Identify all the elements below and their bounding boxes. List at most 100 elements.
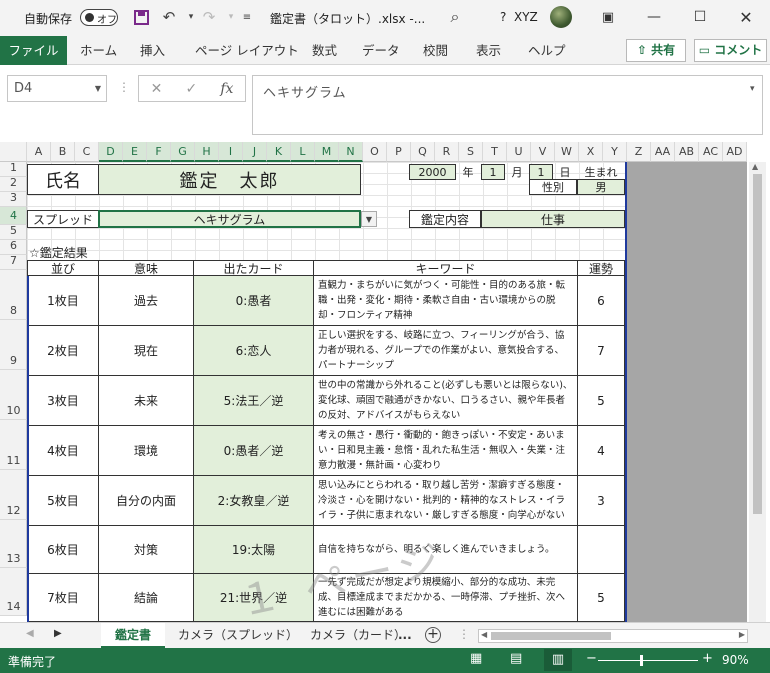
select-all-corner[interactable] (0, 142, 27, 162)
sheet-tab-camera-spread[interactable]: カメラ（スプレッド） (178, 623, 298, 648)
zoom-slider-knob[interactable] (640, 655, 643, 666)
expand-formula-icon[interactable]: ▾ (750, 84, 755, 94)
result-card[interactable]: 0:愚者 (193, 275, 314, 326)
zoom-level[interactable]: 90% (722, 653, 749, 667)
sheet-tab-camera-card[interactable]: カメラ（カード） (310, 623, 406, 648)
header-meaning[interactable]: 意味 (98, 260, 194, 276)
horizontal-scrollbar[interactable]: ◀ ▶ (478, 629, 748, 643)
formula-input[interactable]: ヘキサグラム (252, 75, 763, 135)
row-header[interactable]: 8 (0, 270, 27, 320)
hscroll-right-icon[interactable]: ▶ (739, 630, 745, 639)
dropdown-arrow-icon[interactable]: ▼ (361, 211, 377, 227)
row-header[interactable]: 6 (0, 239, 27, 255)
result-card[interactable]: 5:法王／逆 (193, 375, 314, 426)
row-header[interactable]: 7 (0, 254, 27, 270)
tab-file[interactable]: ファイル (0, 36, 67, 65)
customize-qat-icon[interactable]: ≡ (236, 6, 258, 28)
avatar[interactable] (550, 6, 572, 28)
row-header[interactable]: 9 (0, 320, 27, 370)
result-order[interactable]: 6枚目 (27, 525, 99, 574)
result-keyword[interactable]: 正しい選択をする、岐路に立つ、フィーリングが合う、協力者が現れる、グループでの作… (313, 325, 578, 376)
column-header[interactable]: I (219, 142, 243, 162)
tab-view[interactable]: 表示 (476, 36, 501, 65)
chevron-down-icon[interactable]: ▼ (95, 84, 101, 93)
enter-icon[interactable]: ✓ (185, 81, 197, 97)
tab-insert[interactable]: 挿入 (140, 36, 165, 65)
column-header[interactable]: W (555, 142, 579, 162)
comment-button[interactable]: ▭ コメント (694, 39, 767, 62)
redo-icon[interactable]: ↷ (198, 6, 220, 28)
insert-function-icon[interactable]: fx (220, 81, 233, 97)
sheet-tab-appraisal[interactable]: 鑑定書 (101, 623, 165, 648)
hscroll-left-icon[interactable]: ◀ (481, 630, 487, 639)
column-header[interactable]: E (123, 142, 147, 162)
zoom-slider[interactable] (598, 655, 698, 666)
column-header[interactable]: J (243, 142, 267, 162)
column-header[interactable]: D (99, 142, 123, 162)
result-keyword[interactable]: 直観力・まちがいに気がつく・可能性・目的のある旅・転職・出発・変化・期待・柔軟さ… (313, 275, 578, 326)
header-fortune[interactable]: 運勢 (577, 260, 625, 276)
column-header[interactable]: N (339, 142, 363, 162)
row-header[interactable]: 4 (0, 207, 27, 225)
scroll-up-icon[interactable]: ▲ (752, 162, 758, 171)
column-header[interactable]: M (315, 142, 339, 162)
add-sheet-icon[interactable]: + (425, 627, 441, 643)
row-header[interactable]: 13 (0, 520, 27, 568)
column-header[interactable]: B (51, 142, 75, 162)
result-fortune[interactable]: 5 (577, 375, 625, 426)
column-header[interactable]: AC (699, 142, 723, 162)
name-label[interactable]: 氏名 (27, 164, 99, 195)
content-label[interactable]: 鑑定内容 (409, 210, 481, 228)
column-header[interactable]: S (459, 142, 483, 162)
result-meaning[interactable]: 過去 (98, 275, 194, 326)
column-header[interactable]: R (435, 142, 459, 162)
result-meaning[interactable]: 結論 (98, 573, 194, 622)
row-header[interactable]: 2 (0, 176, 27, 192)
column-header[interactable]: C (75, 142, 99, 162)
result-keyword[interactable]: 思い込みにとらわれる・取り越し苦労・潔癖すぎる態度・冷淡さ・心を開けない・批判的… (313, 475, 578, 526)
row-header[interactable]: 14 (0, 568, 27, 616)
tab-help[interactable]: ヘルプ (528, 36, 566, 65)
result-fortune[interactable]: 5 (577, 573, 625, 622)
tab-splitter-icon[interactable]: ⋮ (458, 627, 470, 641)
birth-year[interactable]: 2000 (409, 164, 456, 180)
column-header[interactable]: V (531, 142, 555, 162)
result-order[interactable]: 4枚目 (27, 425, 99, 476)
normal-view-icon[interactable]: ▦ (470, 651, 482, 666)
page-break-view-icon[interactable]: ▥ (544, 649, 572, 671)
result-order[interactable]: 2枚目 (27, 325, 99, 376)
result-fortune[interactable]: 6 (577, 275, 625, 326)
column-header[interactable]: U (507, 142, 531, 162)
birth-month[interactable]: 1 (481, 164, 505, 180)
column-header[interactable]: L (291, 142, 315, 162)
result-meaning[interactable]: 未来 (98, 375, 194, 426)
maximize-icon[interactable]: ☐ (686, 4, 714, 30)
result-order[interactable]: 7枚目 (27, 573, 99, 622)
formula-bar-handle-icon[interactable]: ⋮ (118, 80, 130, 94)
minimize-icon[interactable]: — (640, 4, 668, 30)
column-header[interactable]: H (195, 142, 219, 162)
result-order[interactable]: 5枚目 (27, 475, 99, 526)
row-header[interactable]: 12 (0, 470, 27, 520)
spread-value-selected[interactable]: ヘキサグラム (98, 210, 361, 228)
content-value[interactable]: 仕事 (481, 210, 625, 228)
tab-scroll-right-icon[interactable]: ▶ (54, 628, 62, 639)
result-meaning[interactable]: 環境 (98, 425, 194, 476)
column-header[interactable]: AA (651, 142, 675, 162)
zoom-in-icon[interactable]: + (702, 651, 713, 666)
result-card[interactable]: 2:女教皇／逆 (193, 475, 314, 526)
scroll-thumb[interactable] (753, 174, 762, 514)
tab-page-layout[interactable]: ページ レイアウト (195, 36, 299, 65)
close-icon[interactable]: ✕ (732, 4, 760, 30)
row-header[interactable]: 5 (0, 224, 27, 240)
spread-label[interactable]: スプレッド (27, 210, 99, 228)
vertical-scrollbar[interactable]: ▲ (749, 162, 766, 622)
column-header[interactable]: G (171, 142, 195, 162)
name-value[interactable]: 鑑定 太郎 (98, 164, 361, 195)
birth-day[interactable]: 1 (529, 164, 553, 180)
row-header[interactable]: 3 (0, 191, 27, 207)
result-keyword[interactable]: 考えの無さ・愚行・衝動的・飽きっぽい・不安定・あいまい・日和見主義・怠惰・乱れた… (313, 425, 578, 476)
column-header[interactable]: F (147, 142, 171, 162)
column-header[interactable]: O (363, 142, 387, 162)
row-header[interactable]: 1 (0, 161, 27, 177)
